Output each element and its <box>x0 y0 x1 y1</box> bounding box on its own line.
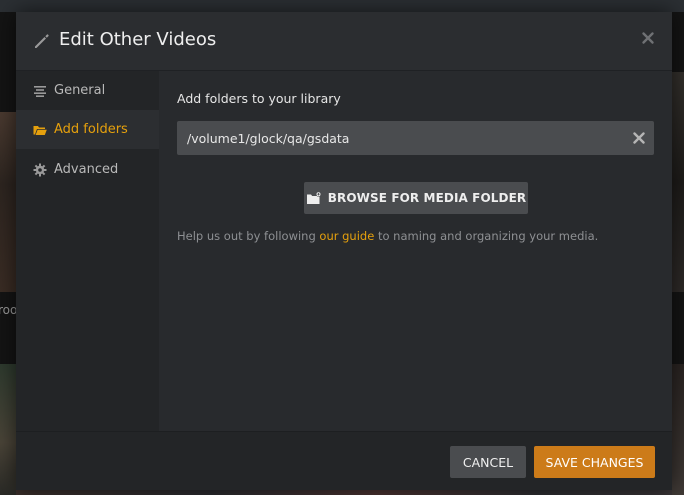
background-thumbnail <box>0 364 16 495</box>
background-thumbnail <box>0 112 16 292</box>
help-text: Help us out by following our guide to na… <box>177 229 598 243</box>
browse-media-folder-button[interactable]: BROWSE FOR MEDIA FOLDER <box>304 182 528 214</box>
modal-content: Add folders to your library BROWSE FOR M… <box>159 71 672 431</box>
sidebar-item-label: General <box>54 83 106 98</box>
background-partial-text: roo <box>0 303 18 317</box>
modal-title: Edit Other Videos <box>59 29 217 50</box>
folder-path-input[interactable] <box>187 121 617 155</box>
gear-icon <box>33 163 47 176</box>
folder-add-icon <box>306 191 321 204</box>
browse-button-label: BROWSE FOR MEDIA FOLDER <box>327 191 527 205</box>
help-text-suffix: to naming and organizing your media. <box>374 229 599 243</box>
sidebar-item-advanced[interactable]: Advanced <box>16 150 159 189</box>
background-thumbnail <box>672 72 684 292</box>
sidebar-item-general[interactable]: General <box>16 71 159 110</box>
close-icon[interactable] <box>638 28 658 48</box>
modal-sidebar: General Add folders Advanced <box>16 71 159 431</box>
background-thumbnail <box>672 364 684 495</box>
sidebar-item-label: Add folders <box>54 122 128 137</box>
modal-header: Edit Other Videos <box>16 12 672 71</box>
edit-library-modal: Edit Other Videos General Add folders Ad… <box>16 12 672 490</box>
modal-footer: CANCEL SAVE CHANGES <box>16 431 672 490</box>
folder-path-field <box>177 121 654 155</box>
save-changes-button[interactable]: SAVE CHANGES <box>534 446 655 478</box>
folder-open-icon <box>33 125 47 135</box>
pencil-icon <box>35 34 49 48</box>
sidebar-item-label: Advanced <box>54 162 119 177</box>
list-icon <box>34 85 46 97</box>
app-top-bar <box>0 0 684 12</box>
section-label: Add folders to your library <box>177 91 341 106</box>
help-text-prefix: Help us out by following <box>177 229 320 243</box>
guide-link[interactable]: our guide <box>319 229 374 243</box>
clear-icon[interactable] <box>632 131 646 145</box>
sidebar-item-add-folders[interactable]: Add folders <box>16 110 159 149</box>
cancel-button[interactable]: CANCEL <box>450 446 526 478</box>
